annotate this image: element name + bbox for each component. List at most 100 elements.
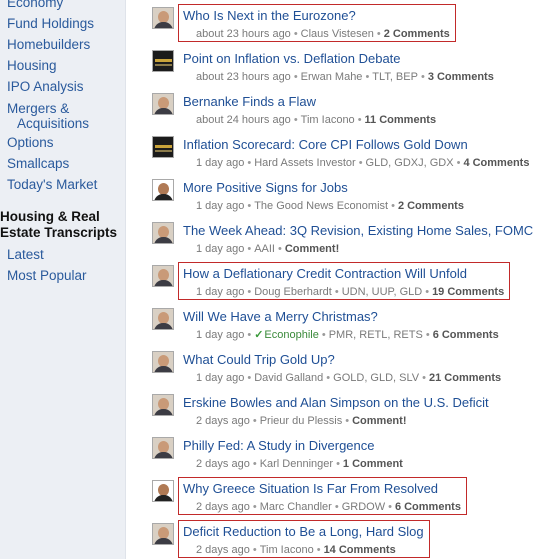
comments-link[interactable]: 6 Comments — [433, 329, 499, 341]
article-timestamp: 1 day ago — [196, 200, 245, 212]
author-avatar[interactable] — [152, 50, 174, 72]
avatar-head — [155, 145, 172, 148]
author-avatar[interactable] — [152, 222, 174, 244]
ticker-links[interactable]: GOLD, GLD, SLV — [333, 372, 419, 384]
comments-link[interactable]: Comment! — [285, 243, 339, 255]
article-title-link[interactable]: The Week Ahead: 3Q Revision, Existing Ho… — [183, 223, 533, 239]
author-link[interactable]: The Good News Economist — [254, 200, 388, 212]
sidebar-item-smallcaps[interactable]: Smallcaps — [7, 156, 69, 171]
author-avatar[interactable] — [152, 394, 174, 416]
comments-link[interactable]: 6 Comments — [395, 501, 461, 513]
article-item: Who Is Next in the Eurozone? about 23 hou… — [126, 3, 544, 46]
article-item: What Could Trip Gold Up? 1 day ago • David … — [126, 347, 544, 390]
author-avatar[interactable] — [152, 93, 174, 115]
sidebar-item-ipo-analysis[interactable]: IPO Analysis — [7, 79, 84, 94]
sidebar-item-fund-holdings[interactable]: Fund Holdings — [7, 16, 94, 31]
author-avatar[interactable] — [152, 523, 174, 545]
sidebar-item-homebuilders[interactable]: Homebuilders — [7, 37, 90, 52]
article-title-link[interactable]: Inflation Scorecard: Core CPI Follows Go… — [183, 137, 468, 153]
separator-dot: • — [252, 544, 257, 556]
ticker-links[interactable]: TLT, BEP — [372, 71, 418, 83]
article-title-link[interactable]: How a Deflationary Credit Contraction Wi… — [183, 266, 467, 282]
sidebar-item-label: Fund Holdings — [7, 16, 95, 31]
article-title-link[interactable]: Deficit Reduction to Be a Long, Hard Slo… — [183, 524, 424, 540]
sidebar-item-label-continued: Acquisitions — [17, 116, 90, 131]
comments-link[interactable]: 4 Comments — [463, 157, 529, 169]
separator-dot: • — [420, 71, 425, 83]
avatar-body — [155, 64, 172, 66]
author-avatar[interactable] — [152, 265, 174, 287]
comments-link[interactable]: 14 Comments — [324, 544, 396, 556]
author-avatar[interactable] — [152, 7, 174, 29]
author-avatar[interactable] — [152, 437, 174, 459]
article-timestamp: 2 days ago — [196, 458, 250, 470]
separator-dot: • — [316, 544, 321, 556]
article-meta: about 23 hours ago • Claus Vistesen • 2 Comm… — [196, 27, 450, 41]
article-title-link[interactable]: Will We Have a Merry Christmas? — [183, 309, 378, 325]
comments-link[interactable]: 21 Comments — [429, 372, 501, 384]
author-link[interactable]: Hard Assets Investor — [254, 157, 356, 169]
sidebar-item-label: Smallcaps — [7, 156, 70, 171]
sidebar-item-todays-market[interactable]: Today's Market — [7, 177, 97, 192]
author-avatar[interactable] — [152, 351, 174, 373]
comments-link[interactable]: 2 Comments — [398, 200, 464, 212]
article-title-link[interactable]: Philly Fed: A Study in Divergence — [183, 438, 375, 454]
separator-dot: • — [247, 243, 252, 255]
sidebar-item-most-popular[interactable]: Most Popular — [7, 268, 87, 283]
separator-dot: • — [357, 114, 362, 126]
avatar-head — [155, 59, 172, 62]
article-meta: about 23 hours ago • Erwan Mahe • TLT, BEP • 3… — [196, 70, 494, 84]
comments-link[interactable]: 19 Comments — [432, 286, 504, 298]
ticker-links[interactable]: UDN, UUP, GLD — [342, 286, 422, 298]
author-link[interactable]: Tim Iacono — [260, 544, 314, 556]
author-avatar[interactable] — [152, 136, 174, 158]
ticker-links[interactable]: PMR, RETL, RETS — [329, 329, 423, 341]
author-link[interactable]: Karl Denninger — [260, 458, 333, 470]
sidebar-item-label: Options — [7, 135, 54, 150]
author-link[interactable]: David Galland — [254, 372, 323, 384]
author-link[interactable]: Tim Iacono — [301, 114, 355, 126]
article-meta: 2 days ago • Marc Chandler • GRDOW • 6 Comment… — [196, 500, 461, 514]
author-link[interactable]: Marc Chandler — [260, 501, 332, 513]
article-title-link[interactable]: Point on Inflation vs. Deflation Debate — [183, 51, 401, 67]
author-avatar[interactable] — [152, 308, 174, 330]
sidebar-item-economy[interactable]: Economy — [7, 0, 63, 10]
author-link[interactable]: AAII — [254, 243, 275, 255]
author-link[interactable]: Prieur du Plessis — [260, 415, 343, 427]
separator-dot: • — [293, 114, 298, 126]
author-link[interactable]: Claus Vistesen — [301, 28, 374, 40]
article-title-link[interactable]: More Positive Signs for Jobs — [183, 180, 348, 196]
article-title-link[interactable]: Why Greece Situation Is Far From Resolve… — [183, 481, 438, 497]
author-link[interactable]: Doug Eberhardt — [254, 286, 332, 298]
comments-link[interactable]: 2 Comments — [384, 28, 450, 40]
article-timestamp: 2 days ago — [196, 544, 250, 556]
comments-link[interactable]: Comment! — [352, 415, 406, 427]
ticker-links[interactable]: GLD, GDXJ, GDX — [366, 157, 454, 169]
author-link[interactable]: Erwan Mahe — [301, 71, 363, 83]
avatar-body — [154, 280, 173, 286]
sidebar-heading-line2: Estate Transcripts — [0, 225, 118, 240]
sidebar-item-latest[interactable]: Latest — [7, 247, 44, 262]
article-title-link[interactable]: Bernanke Finds a Flaw — [183, 94, 316, 110]
article-timestamp: about 23 hours ago — [196, 28, 291, 40]
article-title-link[interactable]: What Could Trip Gold Up? — [183, 352, 335, 368]
article-title-link[interactable]: Who Is Next in the Eurozone? — [183, 8, 356, 24]
author-avatar[interactable] — [152, 179, 174, 201]
comments-link[interactable]: 11 Comments — [365, 114, 437, 126]
author-link[interactable]: Econophile — [264, 329, 318, 341]
avatar-body — [154, 409, 173, 415]
sidebar-item-label: Today's Market — [7, 177, 98, 192]
sidebar-item-housing[interactable]: Housing — [7, 58, 57, 73]
avatar-body — [154, 237, 173, 243]
avatar-body — [154, 538, 173, 544]
article-meta: 2 days ago • Karl Denninger • 1 Comment — [196, 457, 403, 471]
author-avatar[interactable] — [152, 480, 174, 502]
sidebar-item-mergers[interactable]: Mergers & Acquisitions — [7, 101, 89, 131]
separator-dot: • — [247, 286, 252, 298]
sidebar-item-options[interactable]: Options — [7, 135, 54, 150]
separator-dot: • — [365, 71, 370, 83]
comments-link[interactable]: 1 Comment — [343, 458, 403, 470]
ticker-links[interactable]: GRDOW — [342, 501, 385, 513]
article-title-link[interactable]: Erskine Bowles and Alan Simpson on the U… — [183, 395, 489, 411]
comments-link[interactable]: 3 Comments — [428, 71, 494, 83]
